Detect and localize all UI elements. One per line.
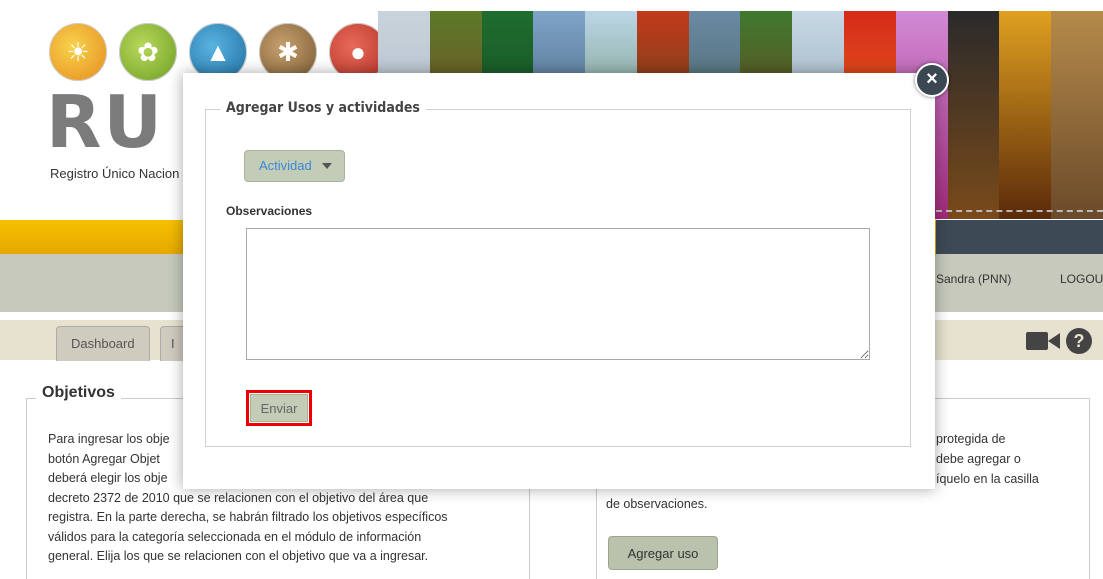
objetivos-title: Objetivos	[36, 384, 121, 402]
dark-bar	[936, 220, 1103, 254]
usos-line: íquelo en la casilla	[936, 472, 1039, 486]
logout-link[interactable]: LOGOUT	[1060, 272, 1103, 286]
brand-subtitle: Registro Único Nacion	[50, 166, 180, 181]
objetivos-line: decreto 2372 de 2010 que se relacionen c…	[48, 490, 429, 505]
modal-title: Agregar Usos y actividades	[220, 100, 426, 116]
objetivos-line: válidos para la categoría seleccionada e…	[48, 529, 422, 544]
help-icon[interactable]: ?	[1066, 328, 1092, 354]
actividad-dropdown[interactable]: Actividad	[244, 150, 345, 182]
page: ☀ ✿ ▲ ✱ ● RU Registro Único Nacion Sandr…	[0, 0, 1103, 579]
actividad-dropdown-label: Actividad	[259, 158, 312, 173]
enviar-highlight: Enviar	[246, 390, 312, 426]
tab-dashboard[interactable]: Dashboard	[56, 326, 150, 361]
user-name: Sandra (PNN)	[936, 272, 1012, 286]
usos-line: debe agregar o	[936, 452, 1021, 466]
chevron-down-icon	[321, 163, 332, 169]
observaciones-textarea[interactable]	[246, 228, 870, 360]
header-divider	[936, 210, 1103, 212]
observaciones-label: Observaciones	[226, 204, 313, 218]
close-icon[interactable]: ×	[915, 63, 949, 97]
usos-line: protegida de	[936, 432, 1006, 446]
agregar-uso-button[interactable]: Agregar uso	[608, 536, 718, 570]
video-camera-icon[interactable]	[1026, 330, 1060, 352]
agregar-usos-modal: Agregar Usos y actividades Actividad Obs…	[183, 73, 935, 489]
objetivos-line: general. Elija los que se relacionen con…	[48, 549, 429, 563]
palm-logo-icon: ☀	[46, 20, 110, 84]
leaf-logo-icon: ✿	[116, 20, 180, 84]
enviar-button[interactable]: Enviar	[250, 394, 308, 422]
objetivos-line: registra. En la parte derecha, se habrán…	[48, 510, 448, 524]
brand-logo: RU	[46, 80, 164, 164]
modal-fieldset: Agregar Usos y actividades Actividad Obs…	[205, 100, 911, 447]
usos-line: de observaciones.	[606, 497, 708, 511]
